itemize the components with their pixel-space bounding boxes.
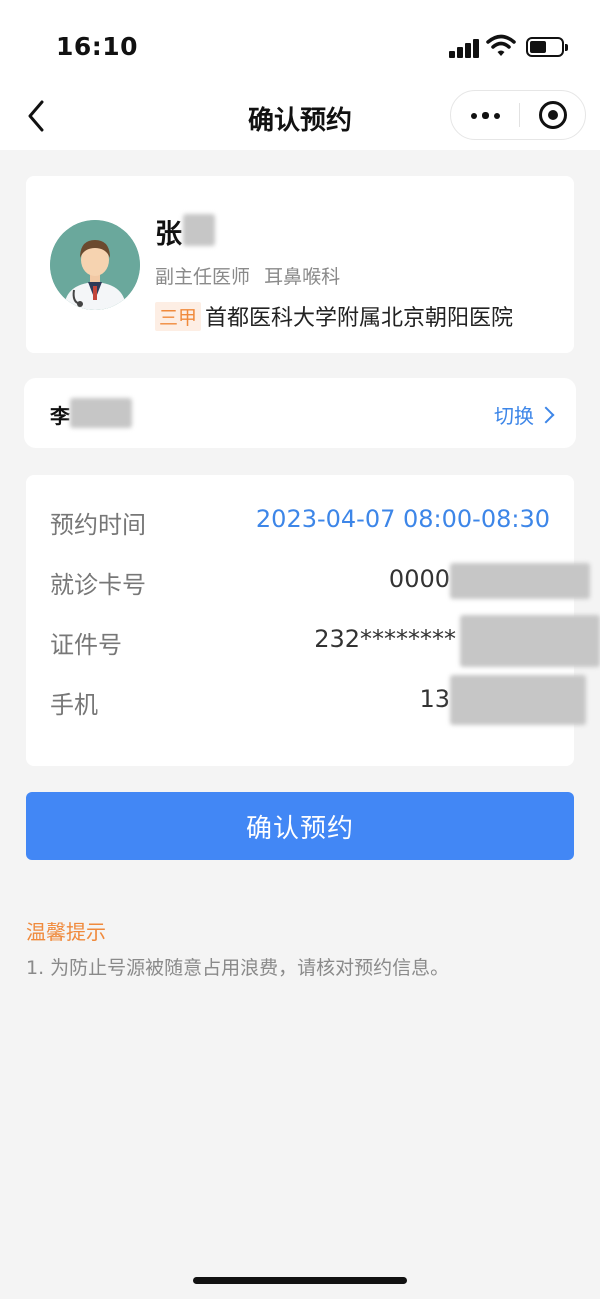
mini-program-capsule	[450, 90, 586, 140]
info-row-time: 预约时间 2023-04-07 08:00-08:30	[50, 501, 550, 541]
phone-value: 13	[419, 685, 450, 713]
doctor-title-row: 副主任医师 耳鼻喉科	[155, 262, 348, 289]
status-time: 16:10	[56, 32, 139, 61]
redaction-blur	[460, 615, 600, 667]
redaction-blur	[450, 563, 590, 599]
home-indicator	[193, 1277, 407, 1284]
wifi-icon	[486, 34, 516, 56]
redaction-blur	[450, 675, 586, 725]
more-dots-icon[interactable]	[451, 91, 519, 139]
switch-patient-link[interactable]: 切换	[494, 400, 555, 429]
info-label: 预约时间	[50, 511, 146, 539]
info-row-card-number: 就诊卡号 0000	[50, 561, 590, 601]
card-number-value: 0000	[388, 565, 450, 593]
doctor-department: 耳鼻喉科	[264, 266, 341, 288]
chevron-right-icon	[537, 406, 555, 424]
close-target-icon[interactable]	[520, 91, 586, 139]
appointment-info-card: 预约时间 2023-04-07 08:00-08:30 就诊卡号 0000 证件…	[26, 475, 600, 766]
switch-label: 切换	[494, 404, 534, 428]
info-label: 就诊卡号	[50, 571, 146, 599]
tips-text: 1. 为防止号源被随意占用浪费，请核对预约信息。	[26, 957, 450, 979]
info-row-id-number: 证件号 232********	[50, 615, 600, 667]
doctor-name: 张	[155, 219, 182, 250]
patient-name: 李	[50, 404, 70, 428]
doctor-name-row: 张	[155, 212, 215, 250]
doctor-card: 张 副主任医师 耳鼻喉科 三甲 首都医科大学附属北京朝阳医院	[26, 176, 574, 353]
patient-selector[interactable]: 李 切换	[24, 378, 576, 448]
redaction-blur	[183, 214, 215, 246]
hospital-row: 三甲 首都医科大学附属北京朝阳医院	[155, 300, 513, 332]
appointment-time-value: 2023-04-07 08:00-08:30	[255, 505, 550, 533]
info-label: 手机	[50, 691, 98, 719]
tips-title: 温馨提示	[26, 920, 106, 944]
info-row-phone: 手机 13	[50, 675, 586, 725]
hospital-name: 首都医科大学附属北京朝阳医院	[205, 306, 514, 331]
confirm-appointment-button[interactable]: 确认预约	[26, 792, 574, 860]
id-number-value: 232********	[314, 625, 456, 653]
doctor-avatar-icon	[50, 220, 140, 310]
hospital-level-badge: 三甲	[155, 302, 202, 331]
battery-icon	[526, 37, 568, 57]
redaction-blur	[70, 398, 132, 428]
doctor-title: 副主任医师	[155, 266, 251, 288]
header-area: 16:10 确认预约	[0, 0, 600, 150]
info-label: 证件号	[50, 631, 122, 659]
cellular-signal-icon	[449, 38, 481, 58]
